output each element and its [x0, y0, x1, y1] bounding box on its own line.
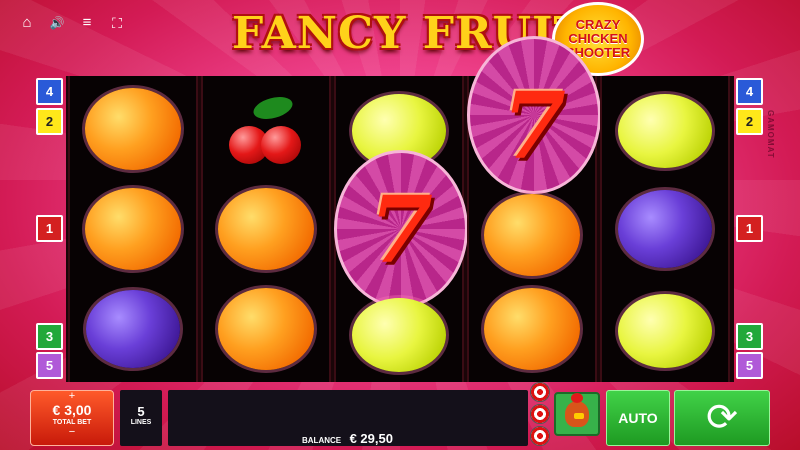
cherry-symbol	[223, 93, 313, 168]
line-indicator-4-left[interactable]: 4	[36, 78, 63, 105]
spin-icon: ⟳	[706, 397, 738, 439]
home-icon[interactable]: ⌂	[18, 14, 36, 32]
lines-display: 5 LINES	[120, 390, 162, 446]
orange-symbol	[218, 188, 314, 270]
lines-value: 5	[137, 404, 145, 419]
reel-4: 7	[467, 36, 601, 382]
total-bet-value: € 3,00	[52, 402, 92, 418]
orange-symbol	[85, 188, 181, 270]
lemon-symbol	[618, 294, 712, 368]
reel-area: 7 7	[66, 36, 734, 382]
autoplay-button[interactable]: AUTO	[606, 390, 670, 446]
orange-symbol	[218, 288, 314, 370]
seven-symbol: 7	[368, 176, 433, 284]
target-icon	[530, 426, 550, 446]
crazy-chicken-bonus-button[interactable]	[530, 382, 602, 446]
chicken-head-icon	[565, 393, 589, 427]
plum-symbol	[86, 290, 180, 368]
sound-icon[interactable]: 🔊	[48, 14, 66, 32]
seven-symbol: 7	[501, 72, 566, 180]
cherry-leaf	[251, 93, 295, 123]
orange-symbol	[484, 288, 580, 370]
plum-symbol	[618, 190, 712, 268]
line-indicator-1-left[interactable]: 1	[36, 215, 63, 242]
lines-label: LINES	[130, 419, 152, 426]
bet-increase-icon[interactable]: +	[31, 391, 113, 402]
vendor-label: GAMOMAT	[766, 110, 775, 159]
line-indicator-2-left[interactable]: 2	[36, 108, 63, 135]
top-toolbar: ⌂ 🔊 ≡ ⛶	[18, 14, 126, 32]
orange-symbol	[484, 194, 580, 276]
spin-button[interactable]: ⟳	[674, 390, 770, 446]
badge-line-1: CRAZY	[575, 17, 621, 32]
reel-1	[68, 76, 198, 382]
cherry-fruit	[261, 126, 301, 164]
fullscreen-icon[interactable]: ⛶	[108, 14, 126, 32]
bet-decrease-icon[interactable]: −	[31, 427, 113, 438]
target-icon	[530, 404, 550, 424]
badge-line-2: CHICKEN	[568, 31, 628, 46]
control-bar: + € 3,00 TOTAL BET − 5 LINES BALANCE € 2…	[30, 382, 770, 450]
chicken-icon	[554, 392, 600, 436]
reel-2	[201, 76, 331, 382]
line-indicator-4-right[interactable]: 4	[736, 78, 763, 105]
line-indicator-5-right[interactable]: 5	[736, 352, 763, 379]
line-indicator-3-left[interactable]: 3	[36, 323, 63, 350]
menu-icon[interactable]: ≡	[78, 14, 96, 32]
target-icon	[530, 382, 550, 402]
line-indicator-1-right[interactable]: 1	[736, 215, 763, 242]
reel-3: 7	[334, 76, 468, 382]
balance-label: BALANCE	[302, 436, 342, 445]
balance-display: BALANCE € 29,50	[302, 430, 393, 448]
line-indicator-2-right[interactable]: 2	[736, 108, 763, 135]
total-bet-button[interactable]: + € 3,00 TOTAL BET −	[30, 390, 114, 446]
line-indicator-3-right[interactable]: 3	[736, 323, 763, 350]
lemon-symbol	[618, 94, 712, 168]
lemon-symbol	[352, 298, 446, 372]
orange-symbol	[85, 88, 181, 170]
reel-5	[600, 76, 730, 382]
line-indicator-5-left[interactable]: 5	[36, 352, 63, 379]
balance-value: € 29,50	[349, 431, 393, 446]
